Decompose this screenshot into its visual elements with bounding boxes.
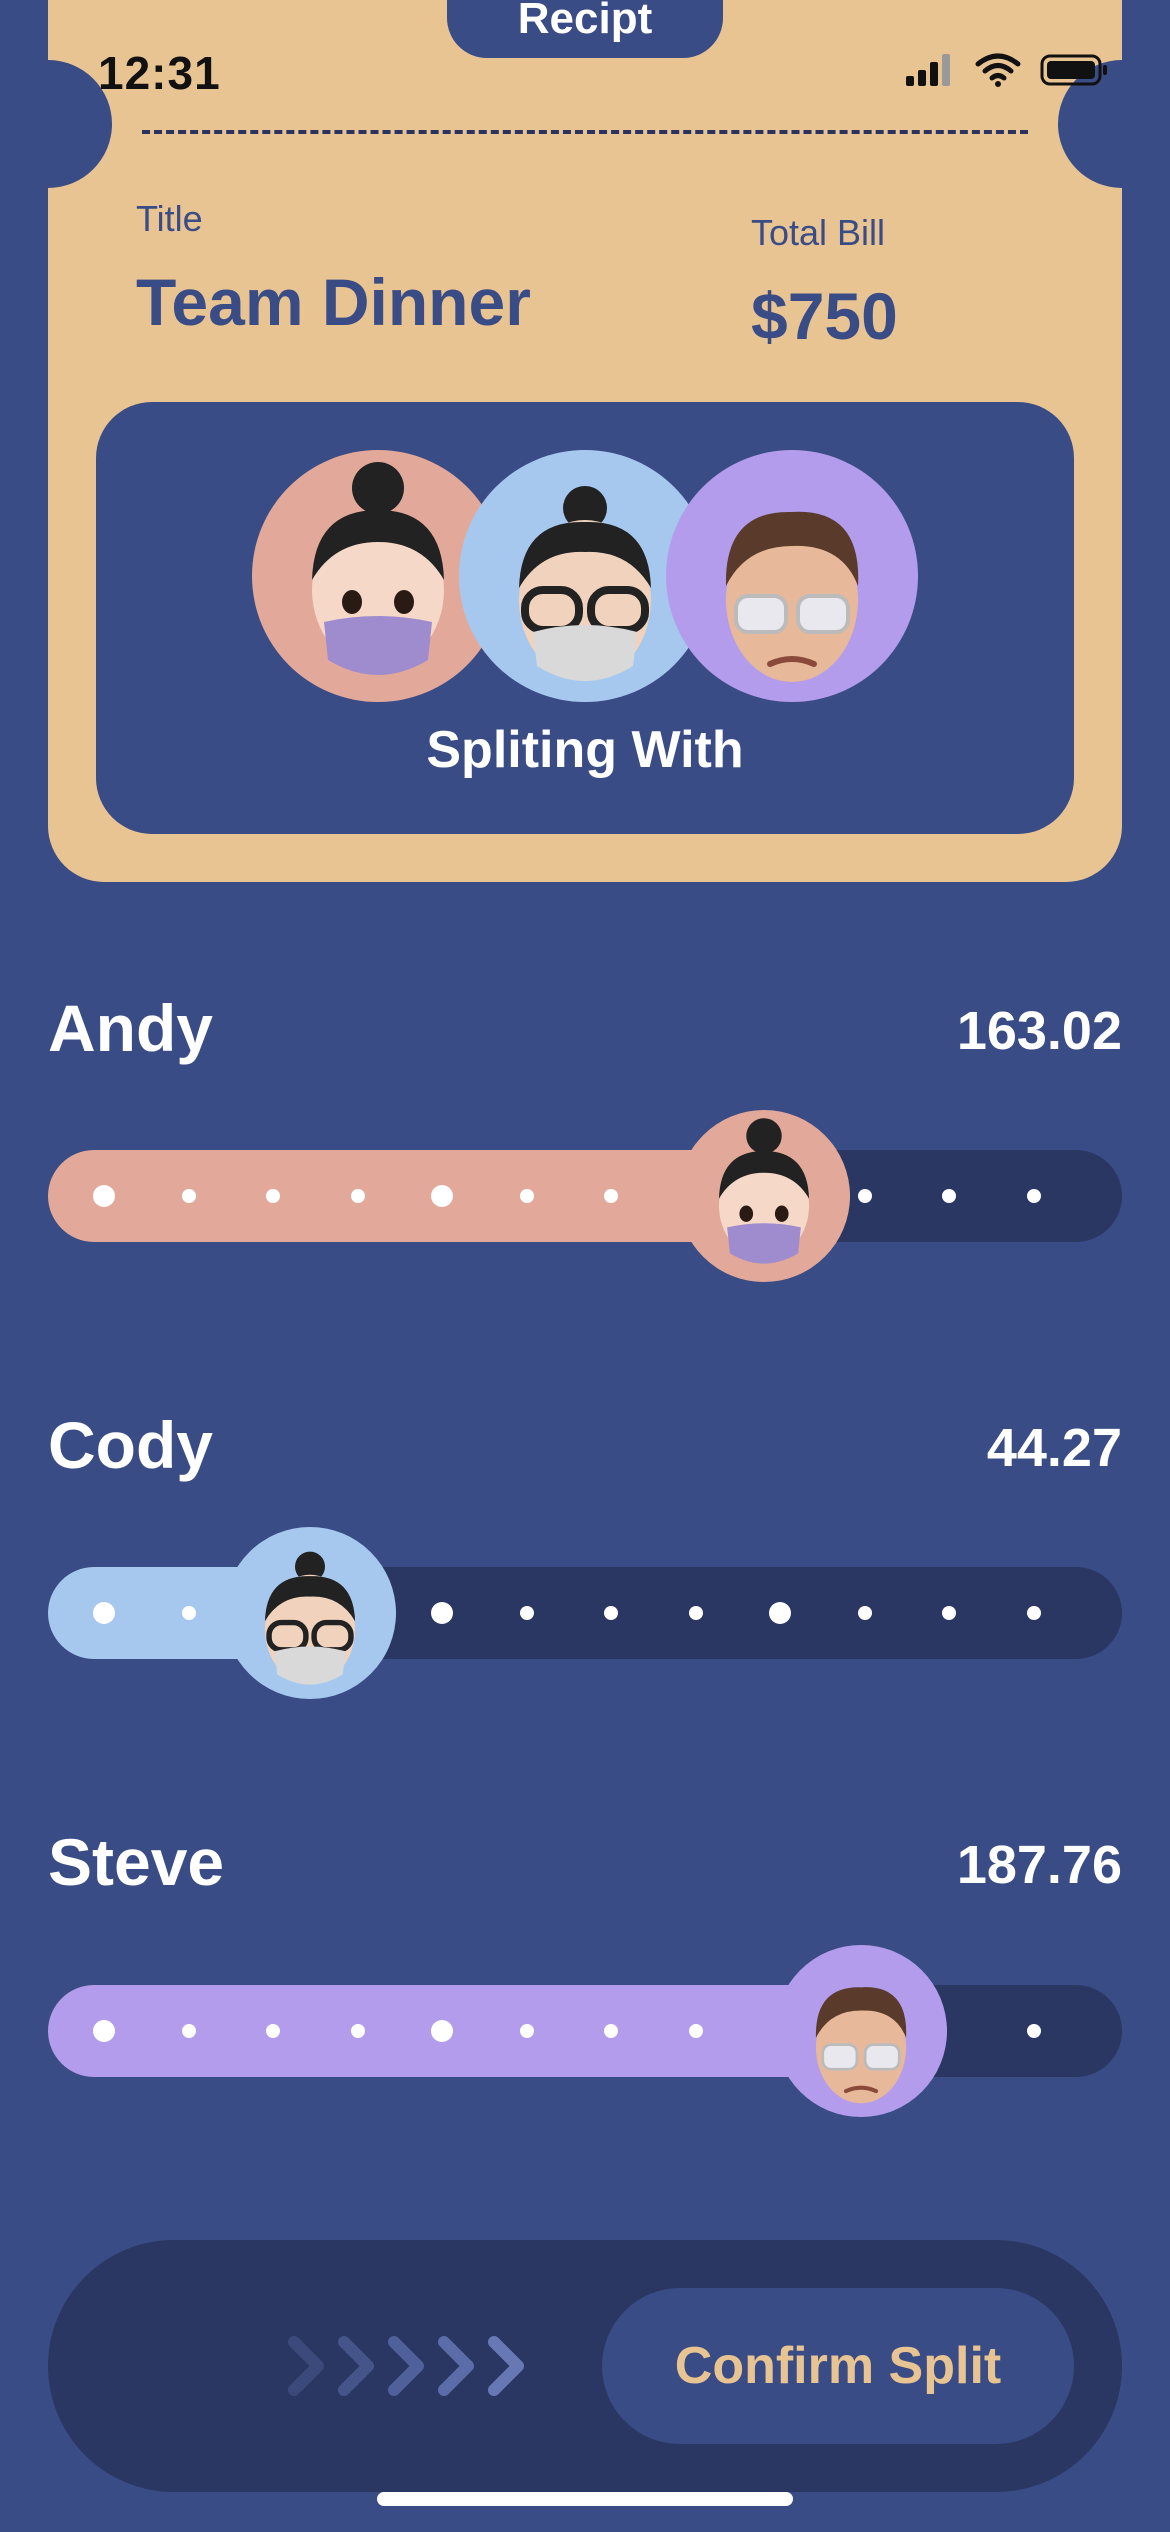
receipt-divider <box>142 130 1028 134</box>
slider-tick-dot <box>604 1606 618 1620</box>
slider-tick-dot <box>181 1606 196 1620</box>
slider-tick-dot <box>350 1189 365 1203</box>
slider-tick-dot <box>181 2024 196 2038</box>
wifi-icon <box>975 53 1021 87</box>
slider-tick-dot <box>857 1606 872 1620</box>
title-label: Title <box>136 198 203 239</box>
slider-tick-dot <box>519 1606 534 1620</box>
slider-tick-dot <box>266 1189 280 1203</box>
slider-tick-dot <box>688 1606 703 1620</box>
slider-tick-dot <box>604 1189 618 1203</box>
slider-tick-dot <box>181 1189 196 1203</box>
person-amount-steve: 187.76 <box>956 1835 1122 1895</box>
total-bill-label: Total Bill <box>751 212 886 253</box>
swipe-chevrons-icon[interactable] <box>238 2326 538 2406</box>
man-glasses-avatar-icon <box>725 511 859 682</box>
cellular-signal-icon <box>906 54 950 86</box>
slider-tick-dot <box>266 2024 280 2038</box>
slider-cody[interactable] <box>48 1527 1122 1699</box>
slider-tick-dot <box>1026 2024 1041 2038</box>
slider-tick-dot <box>604 2024 618 2038</box>
slider-tick-dot <box>942 1189 956 1203</box>
slider-tick-dot <box>942 1606 956 1620</box>
person-name-cody: Cody <box>48 1408 213 1482</box>
home-indicator[interactable] <box>377 2492 793 2506</box>
man-glasses-avatar-icon <box>815 1987 907 2104</box>
slider-tick-dot <box>431 2020 453 2042</box>
slider-tick-dot <box>1026 1606 1041 1620</box>
woman-bun-mask-avatar-icon <box>719 1118 810 1264</box>
slider-tick-dot <box>93 1185 115 1207</box>
slider-knob-cody[interactable] <box>224 1527 397 1699</box>
status-time: 12:31 <box>98 47 221 99</box>
receipt-tab-label: Recipt <box>517 0 653 43</box>
slider-tick-dot <box>431 1185 453 1207</box>
avatar-steve <box>666 450 918 702</box>
receipt-tab: Recipt <box>447 0 723 58</box>
slider-tick-dot <box>431 1602 453 1624</box>
slider-tick-dot <box>688 2024 703 2038</box>
confirm-split-button[interactable]: Confirm Split <box>602 2288 1074 2444</box>
person-amount-cody: 44.27 <box>986 1418 1122 1478</box>
person-name-steve: Steve <box>48 1825 225 1899</box>
confirm-split-label: Confirm Split <box>674 2337 1002 2395</box>
confirm-split-bar: Confirm Split <box>48 2240 1122 2492</box>
slider-tick-dot <box>519 1189 534 1203</box>
total-bill-value: $750 <box>751 279 898 353</box>
splitting-with-label: Spliting With <box>426 721 744 779</box>
slider-tick-dot <box>93 2020 115 2042</box>
person-name-andy: Andy <box>48 991 213 1065</box>
slider-tick-dot <box>769 1602 791 1624</box>
man-glasses-mask-avatar-icon <box>264 1551 356 1685</box>
slider-tick-dot <box>519 2024 534 2038</box>
person-amount-andy: 163.02 <box>956 1001 1122 1061</box>
slider-tick-dot <box>1026 1189 1041 1203</box>
slider-tick-dot <box>857 1189 872 1203</box>
battery-icon <box>1040 54 1107 86</box>
slider-knob-steve[interactable] <box>775 1945 948 2117</box>
slider-tick-dot <box>93 1602 115 1624</box>
slider-knob-andy[interactable] <box>678 1110 851 1282</box>
slider-steve[interactable] <box>48 1945 1122 2117</box>
slider-andy[interactable] <box>48 1110 1122 1282</box>
slider-tick-dot <box>350 2024 365 2038</box>
status-icons <box>904 52 1110 88</box>
title-value: Team Dinner <box>136 265 531 339</box>
